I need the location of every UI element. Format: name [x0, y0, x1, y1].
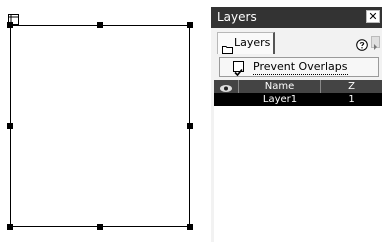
panel-tab-strip: Layers: [211, 28, 382, 56]
prevent-overlaps-row[interactable]: Prevent Overlaps: [219, 57, 379, 77]
folder-icon: [222, 39, 233, 58]
help-icon[interactable]: [356, 36, 368, 55]
layer-anchor-icon[interactable]: [8, 10, 19, 25]
layer-name: Layer1: [262, 94, 298, 105]
close-glyph: ✕: [368, 10, 378, 23]
z-column-header[interactable]: Z: [321, 80, 382, 93]
layers-panel: Layers ✕ Layers Prevent Overlaps Name Z …: [211, 7, 382, 242]
visibility-column-header[interactable]: [214, 80, 239, 93]
close-icon[interactable]: ✕: [366, 10, 380, 23]
prevent-overlaps-label: Prevent Overlaps: [253, 60, 348, 75]
name-column-header[interactable]: Name: [239, 80, 321, 93]
resize-handle-bottom-left[interactable]: [7, 224, 13, 230]
layer-list-header: Name Z: [214, 80, 382, 93]
layer-z-index: 1: [348, 94, 355, 105]
resize-handle-middle-left[interactable]: [7, 123, 13, 129]
resize-handle-bottom-right[interactable]: [187, 224, 193, 230]
prevent-overlaps-checkbox[interactable]: [233, 61, 244, 77]
resize-handle-middle-right[interactable]: [187, 123, 193, 129]
panel-menu-arrow-icon[interactable]: [371, 36, 380, 50]
resize-handle-top-right[interactable]: [187, 22, 193, 28]
panel-title: Layers: [217, 10, 257, 24]
tab-layers-label: Layers: [234, 36, 271, 49]
resize-handle-bottom-center[interactable]: [97, 224, 103, 230]
tab-layers[interactable]: Layers: [217, 32, 275, 54]
resize-handle-top-left[interactable]: [7, 22, 13, 28]
layer-list-empty-area: [214, 106, 382, 242]
resize-handle-top-center[interactable]: [97, 22, 103, 28]
selected-layer-frame[interactable]: [10, 25, 190, 227]
layer-row[interactable]: Layer1 1: [214, 93, 382, 106]
panel-title-bar[interactable]: Layers ✕: [211, 7, 382, 28]
